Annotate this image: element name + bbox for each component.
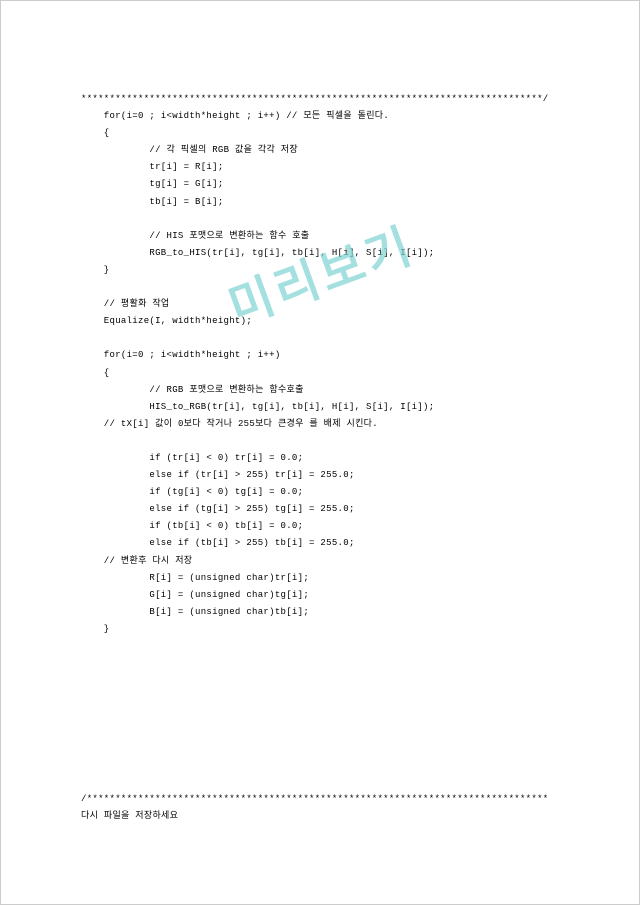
code-line: if (tb[i] < 0) tb[i] = 0.0;	[81, 521, 303, 531]
code-line: // 변환후 다시 저장	[81, 556, 192, 566]
code-line: if (tg[i] < 0) tg[i] = 0.0;	[81, 487, 303, 497]
footer-block: /***************************************…	[81, 791, 571, 825]
code-line: // HIS 포맷으로 변환하는 함수 호출	[81, 231, 309, 241]
code-line: RGB_to_HIS(tr[i], tg[i], tb[i], H[i], S[…	[81, 248, 434, 258]
code-line: if (tr[i] < 0) tr[i] = 0.0;	[81, 453, 303, 463]
code-line: {	[81, 128, 110, 138]
code-line: tb[i] = B[i];	[81, 197, 224, 207]
code-line: // RGB 포맷으로 변환하는 함수호출	[81, 385, 304, 395]
code-line: else if (tg[i] > 255) tg[i] = 255.0;	[81, 504, 355, 514]
footer-text: 다시 파일을 저장하세요	[81, 811, 178, 821]
code-line: HIS_to_RGB(tr[i], tg[i], tb[i], H[i], S[…	[81, 402, 434, 412]
code-line: Equalize(I, width*height);	[81, 316, 252, 326]
document-page: 미리보기 ***********************************…	[0, 0, 640, 905]
code-line: {	[81, 368, 110, 378]
code-block: ****************************************…	[81, 91, 571, 638]
code-line: for(i=0 ; i<width*height ; i++)	[81, 350, 281, 360]
code-line: /***************************************…	[81, 794, 548, 804]
code-line: // 평활화 작업	[81, 299, 170, 309]
code-line: G[i] = (unsigned char)tg[i];	[81, 590, 309, 600]
code-line: tg[i] = G[i];	[81, 179, 224, 189]
code-line: for(i=0 ; i<width*height ; i++) // 모든 픽셀…	[81, 111, 389, 121]
code-line: // 각 픽셀의 RGB 값을 각각 저장	[81, 145, 298, 155]
code-line: B[i] = (unsigned char)tb[i];	[81, 607, 309, 617]
code-line: }	[81, 265, 110, 275]
code-line: tr[i] = R[i];	[81, 162, 224, 172]
code-line: // tX[i] 값이 0보다 작거나 255보다 큰경우 를 배제 시킨다.	[81, 419, 378, 429]
code-line: else if (tr[i] > 255) tr[i] = 255.0;	[81, 470, 355, 480]
code-line: }	[81, 624, 110, 634]
code-line: ****************************************…	[81, 94, 548, 104]
code-line: else if (tb[i] > 255) tb[i] = 255.0;	[81, 538, 355, 548]
code-line: R[i] = (unsigned char)tr[i];	[81, 573, 309, 583]
